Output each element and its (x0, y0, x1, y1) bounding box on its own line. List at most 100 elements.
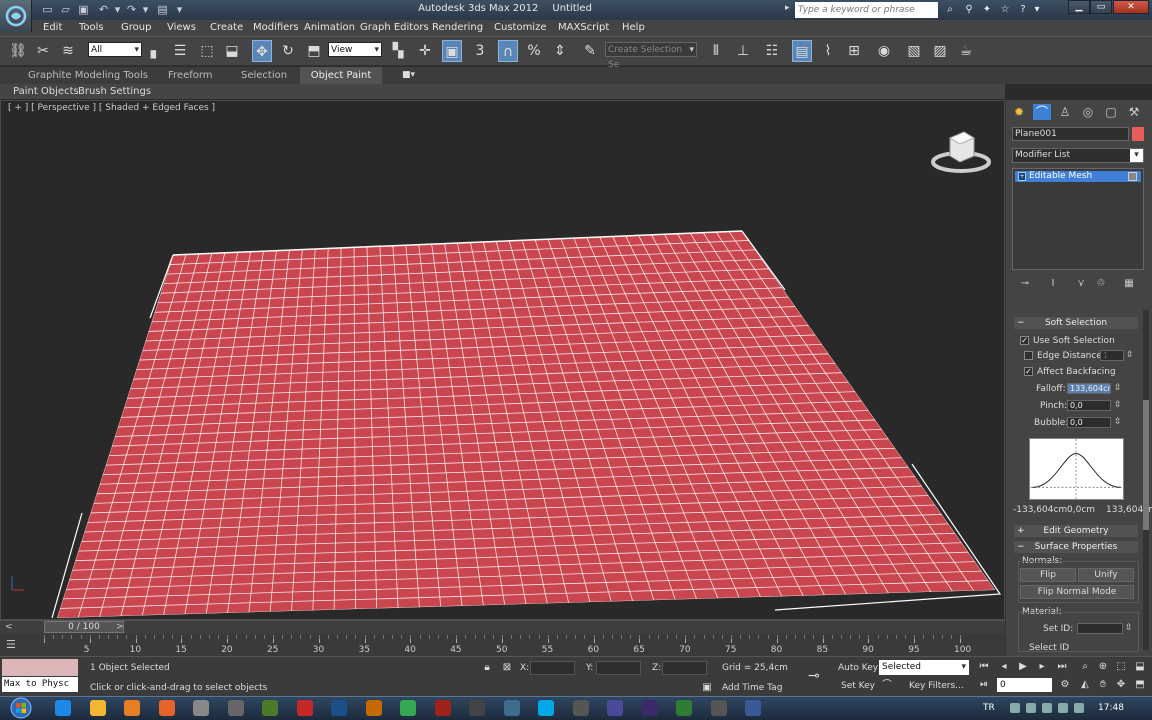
time-configuration-icon[interactable]: ⚙ (1058, 678, 1072, 692)
rollout-edit-geometry[interactable]: + Edit Geometry (1014, 525, 1138, 537)
select-and-link-icon[interactable]: ⛓ (8, 40, 28, 62)
affect-backfacing-checkbox[interactable]: ✓ (1024, 367, 1033, 376)
flash-icon[interactable] (434, 700, 451, 716)
help-icon[interactable]: ? (1016, 3, 1030, 17)
show-end-result-icon[interactable]: Ι (1045, 278, 1061, 290)
menu-modifiers[interactable]: Modifiers (253, 20, 299, 36)
menu-rendering[interactable]: Rendering (432, 20, 483, 36)
mirror-icon[interactable]: ⫴ (706, 40, 726, 62)
undo-dropdown-icon[interactable]: ▾ (110, 2, 125, 17)
menu-maxscript[interactable]: MAXScript (558, 20, 609, 36)
go-to-end-icon[interactable]: ⏭ (1055, 660, 1069, 674)
menu-help[interactable]: Help (622, 20, 645, 36)
material-editor-icon[interactable]: ◉ (874, 40, 894, 62)
media-icon[interactable] (124, 700, 140, 716)
tab-selection[interactable]: Selection (241, 67, 287, 84)
auto-key-button[interactable]: Auto Key (838, 663, 878, 673)
rendered-frame-window-icon[interactable]: ▨ (930, 40, 950, 62)
ie-icon[interactable] (55, 700, 71, 716)
viewport-label[interactable]: [ + ] [ Perspective ] [ Shaded + Edged F… (8, 103, 215, 113)
selection-lock-icon[interactable]: 🔒︎ (480, 661, 494, 675)
firefox-icon[interactable] (158, 700, 175, 716)
command-panel-scroll-thumb[interactable] (1143, 400, 1149, 530)
maxscript-mini-listener[interactable]: Max to Physc (2, 677, 78, 692)
maximize-viewport-icon[interactable]: ⬒ (1133, 678, 1147, 692)
flip-normal-mode-button[interactable]: Flip Normal Mode (1020, 585, 1134, 599)
ribbon-options-icon[interactable]: ■▾ (402, 70, 415, 80)
explorer-icon[interactable] (89, 700, 106, 716)
spinner-snap-icon[interactable]: ⇕ (550, 40, 570, 62)
motion-tab-icon[interactable]: ◎ (1079, 104, 1097, 120)
menu-graph-editors[interactable]: Graph Editors (360, 20, 429, 36)
schematic-view-icon[interactable]: ⊞ (844, 40, 864, 62)
edge-distance-checkbox[interactable] (1024, 351, 1033, 360)
illustrator-icon[interactable] (365, 700, 382, 716)
layer-manager-icon[interactable]: ☷ (762, 40, 782, 62)
x-coordinate-field[interactable] (530, 661, 575, 675)
pivot-center-icon[interactable]: ▚ (388, 40, 408, 62)
pinch-spinner[interactable]: 0,0 (1067, 400, 1111, 411)
app3-icon[interactable] (710, 700, 727, 716)
tab-graphite-modeling-tools[interactable]: Graphite Modeling Tools (28, 67, 148, 84)
field-of-view-icon[interactable]: ◭ (1078, 678, 1092, 692)
angle-snap-icon[interactable]: ∩ (498, 40, 518, 62)
select-and-scale-icon[interactable]: ⬒ (304, 40, 324, 62)
chevron-down-icon[interactable]: ▾ (1130, 149, 1143, 162)
tray-notify-icon[interactable] (1010, 703, 1020, 713)
z-coordinate-field[interactable] (662, 661, 707, 675)
make-unique-icon[interactable]: ⋎ (1073, 278, 1089, 290)
tray-power-icon[interactable] (1074, 703, 1084, 713)
start-button[interactable] (5, 697, 37, 719)
curve-editor-icon[interactable]: ⌇ (818, 40, 838, 62)
absolute-mode-icon[interactable]: ⊠ (500, 661, 514, 675)
time-slider-prev-icon[interactable]: < (5, 622, 13, 632)
language-indicator[interactable]: TR (983, 703, 995, 713)
project-folder-icon[interactable]: ▤ (155, 2, 170, 17)
help-dropdown-icon[interactable]: ▾ (1030, 3, 1044, 17)
unlink-selection-icon[interactable]: ✂ (33, 40, 53, 62)
chrome-icon[interactable] (400, 700, 416, 716)
acrobat-icon[interactable] (296, 700, 313, 716)
align-icon[interactable]: ⊥ (733, 40, 753, 62)
select-and-rotate-icon[interactable]: ↻ (278, 40, 298, 62)
named-selection-set-dropdown[interactable]: Create Selection Se (605, 42, 697, 70)
remove-modifier-icon[interactable]: ♲ (1093, 278, 1109, 290)
use-soft-selection-checkbox[interactable]: ✓ (1020, 336, 1029, 345)
set-id-spinner[interactable] (1077, 623, 1123, 634)
menu-create[interactable]: Create (210, 20, 243, 36)
modify-tab-icon[interactable]: ⌒ (1033, 104, 1051, 120)
menu-animation[interactable]: Animation (304, 20, 355, 36)
previous-frame-icon[interactable]: ◂ (997, 660, 1011, 674)
bind-space-warp-icon[interactable]: ≋ (58, 40, 78, 62)
subtab-paint-objects[interactable]: Paint Objects (13, 84, 79, 99)
tray-volume-icon[interactable] (1058, 703, 1068, 713)
menu-group[interactable]: Group (121, 20, 151, 36)
search-icon[interactable]: ⌕ (943, 3, 957, 17)
keyboard-shortcut-override-icon[interactable]: ▣ (442, 40, 462, 62)
default-tangent-icon[interactable]: ⌒ (880, 679, 894, 693)
stack-item-editable-mesh[interactable]: Editable Mesh (1015, 171, 1141, 182)
unify-button[interactable]: Unify (1078, 568, 1134, 582)
pinch-spinner-arrows-icon[interactable]: ⇳ (1114, 400, 1122, 410)
new-file-icon[interactable]: ▭ (40, 2, 55, 17)
time-tag-icon[interactable]: ▣ (700, 681, 714, 695)
set-key-button[interactable]: Set Key (841, 681, 875, 691)
menu-views[interactable]: Views (167, 20, 196, 36)
object-name-field[interactable]: Plane001 (1012, 127, 1129, 141)
edit-named-selection-icon[interactable]: ✎ (580, 40, 600, 62)
open-file-icon[interactable]: ▱ (58, 2, 73, 17)
max-icon[interactable] (503, 700, 520, 716)
search-expand-icon[interactable]: ▸ (785, 3, 790, 13)
select-id-button[interactable]: Select ID (1029, 643, 1069, 651)
camtasia-icon[interactable] (676, 700, 692, 716)
close-button[interactable]: ✕ (1113, 0, 1149, 14)
utilities-tab-icon[interactable]: ⚒ (1125, 104, 1143, 120)
snaps-toggle-icon[interactable]: 3 (470, 40, 490, 62)
after-effects-icon[interactable] (641, 700, 658, 716)
bubble-spinner-arrows-icon[interactable]: ⇳ (1114, 417, 1122, 427)
select-by-name-icon[interactable]: ☰ (170, 40, 190, 62)
selection-filter-dropdown[interactable]: All (88, 42, 142, 58)
select-object-icon[interactable]: ▖ (146, 40, 166, 62)
zoom-extents-all-icon[interactable]: ⬓ (1133, 660, 1147, 674)
hierarchy-tab-icon[interactable]: ♙ (1056, 104, 1074, 120)
